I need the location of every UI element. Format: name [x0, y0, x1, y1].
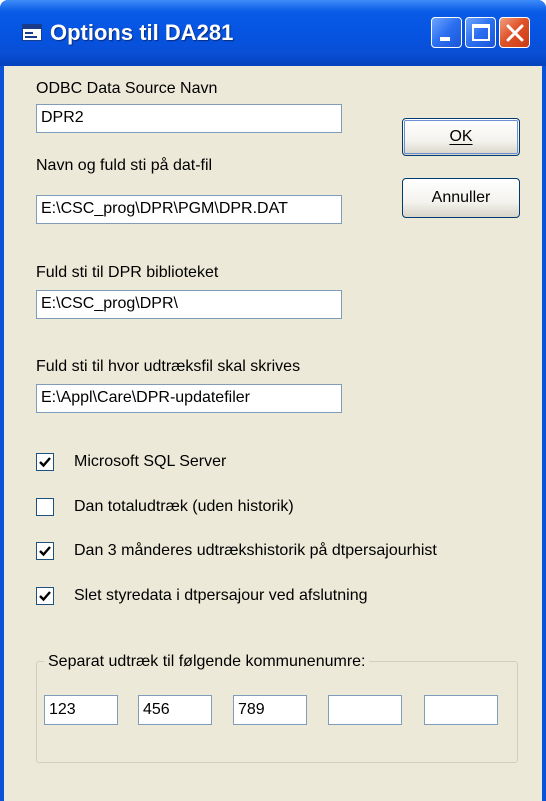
kommune-number-field-4[interactable]	[328, 695, 402, 725]
kommune-number-field-2[interactable]: 456	[138, 695, 212, 725]
kommune-legend: Separat udtræk til følgende kommunenumre…	[44, 653, 370, 671]
cancel-button-label: Annuller	[431, 189, 491, 206]
close-icon	[506, 24, 524, 42]
ok-button[interactable]: OK	[402, 118, 520, 156]
datfile-path-field[interactable]: E:\CSC_prog\DPR\PGM\DPR.DAT	[36, 195, 342, 224]
odbc-source-field[interactable]: DPR2	[36, 104, 342, 133]
extract-label: Fuld sti til hvor udtræksfil skal skrive…	[36, 358, 301, 375]
checkbox-totaludtraek-label[interactable]: Dan totaludtræk (uden historik)	[74, 498, 294, 516]
checkbox-slet-styredata[interactable]	[36, 587, 54, 605]
checkmark-icon	[39, 457, 51, 468]
checkbox-sql-server-label[interactable]: Microsoft SQL Server	[74, 453, 226, 471]
options-dialog: Options til DA281 ODBC Data Source Navn …	[0, 0, 546, 801]
checkbox-historik-label[interactable]: Dan 3 månderes udtrækshistorik på dtpers…	[74, 542, 437, 560]
checkbox-historik[interactable]	[36, 542, 54, 560]
datfile-label: Navn og fuld sti på dat-fil	[36, 157, 213, 174]
checkbox-sql-server[interactable]	[36, 453, 54, 471]
window-title: Options til DA281	[50, 20, 234, 45]
checkbox-slet-styredata-label[interactable]: Slet styredata i dtpersajour ved afslutn…	[74, 587, 368, 605]
cancel-button[interactable]: Annuller	[402, 178, 520, 218]
kommune-number-field-1[interactable]: 123	[44, 695, 118, 725]
library-path-field[interactable]: E:\CSC_prog\DPR\	[36, 290, 342, 319]
maximize-icon	[472, 24, 490, 41]
app-window-icon	[22, 24, 42, 41]
extract-path-field[interactable]: E:\Appl\Care\DPR-updatefiler	[36, 384, 342, 413]
close-button[interactable]	[499, 17, 530, 48]
library-label: Fuld sti til DPR biblioteket	[36, 264, 219, 281]
maximize-button[interactable]	[465, 17, 496, 48]
ok-button-label: OK	[449, 128, 473, 145]
checkmark-icon	[39, 546, 51, 557]
kommune-number-field-5[interactable]	[424, 695, 498, 725]
checkmark-icon	[39, 591, 51, 602]
checkbox-totaludtraek[interactable]	[36, 498, 54, 516]
title-bar[interactable]: Options til DA281	[0, 0, 546, 66]
minimize-icon	[440, 37, 450, 41]
minimize-button[interactable]	[431, 17, 462, 48]
kommune-number-field-3[interactable]: 789	[233, 695, 307, 725]
odbc-label: ODBC Data Source Navn	[36, 80, 218, 97]
